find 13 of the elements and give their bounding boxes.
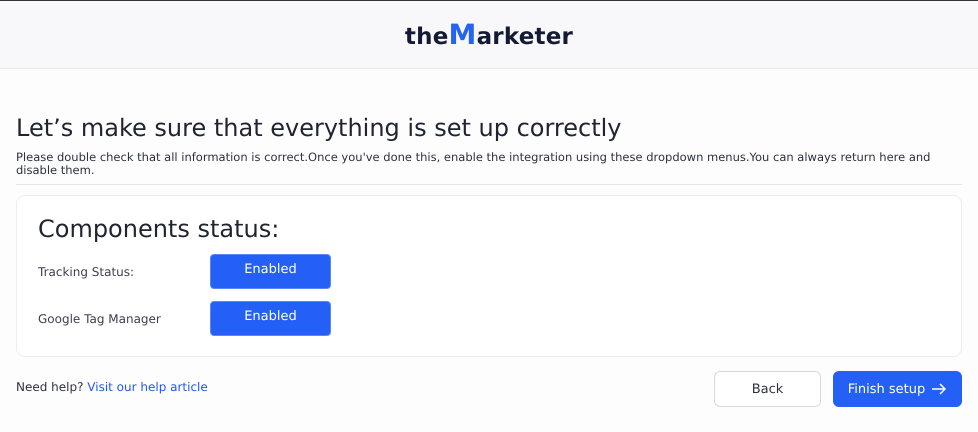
- status-dropdown[interactable]: Enabled: [210, 254, 331, 289]
- finish-button[interactable]: Finish setup: [833, 371, 962, 407]
- component-label: Google Tag Manager: [38, 312, 162, 326]
- description-text: Please double check that all information is correct.Once you've done this, enable the integration using these dropdown menus.You can always return here and disable them.: [16, 151, 932, 177]
- brand-logo: theMarketer: [404, 18, 574, 51]
- help-text: Need help? Visit our help article: [16, 380, 208, 394]
- arrow-right-icon: [931, 383, 948, 395]
- back-button[interactable]: Back: [714, 371, 821, 407]
- card-title: Components status:: [38, 214, 280, 244]
- help-link[interactable]: Visit our help article: [87, 380, 208, 394]
- component-label: Tracking Status:: [38, 264, 136, 278]
- page-heading: Let’s make sure that everything is set up correctly: [16, 113, 622, 143]
- status-dropdown[interactable]: Enabled: [210, 301, 331, 336]
